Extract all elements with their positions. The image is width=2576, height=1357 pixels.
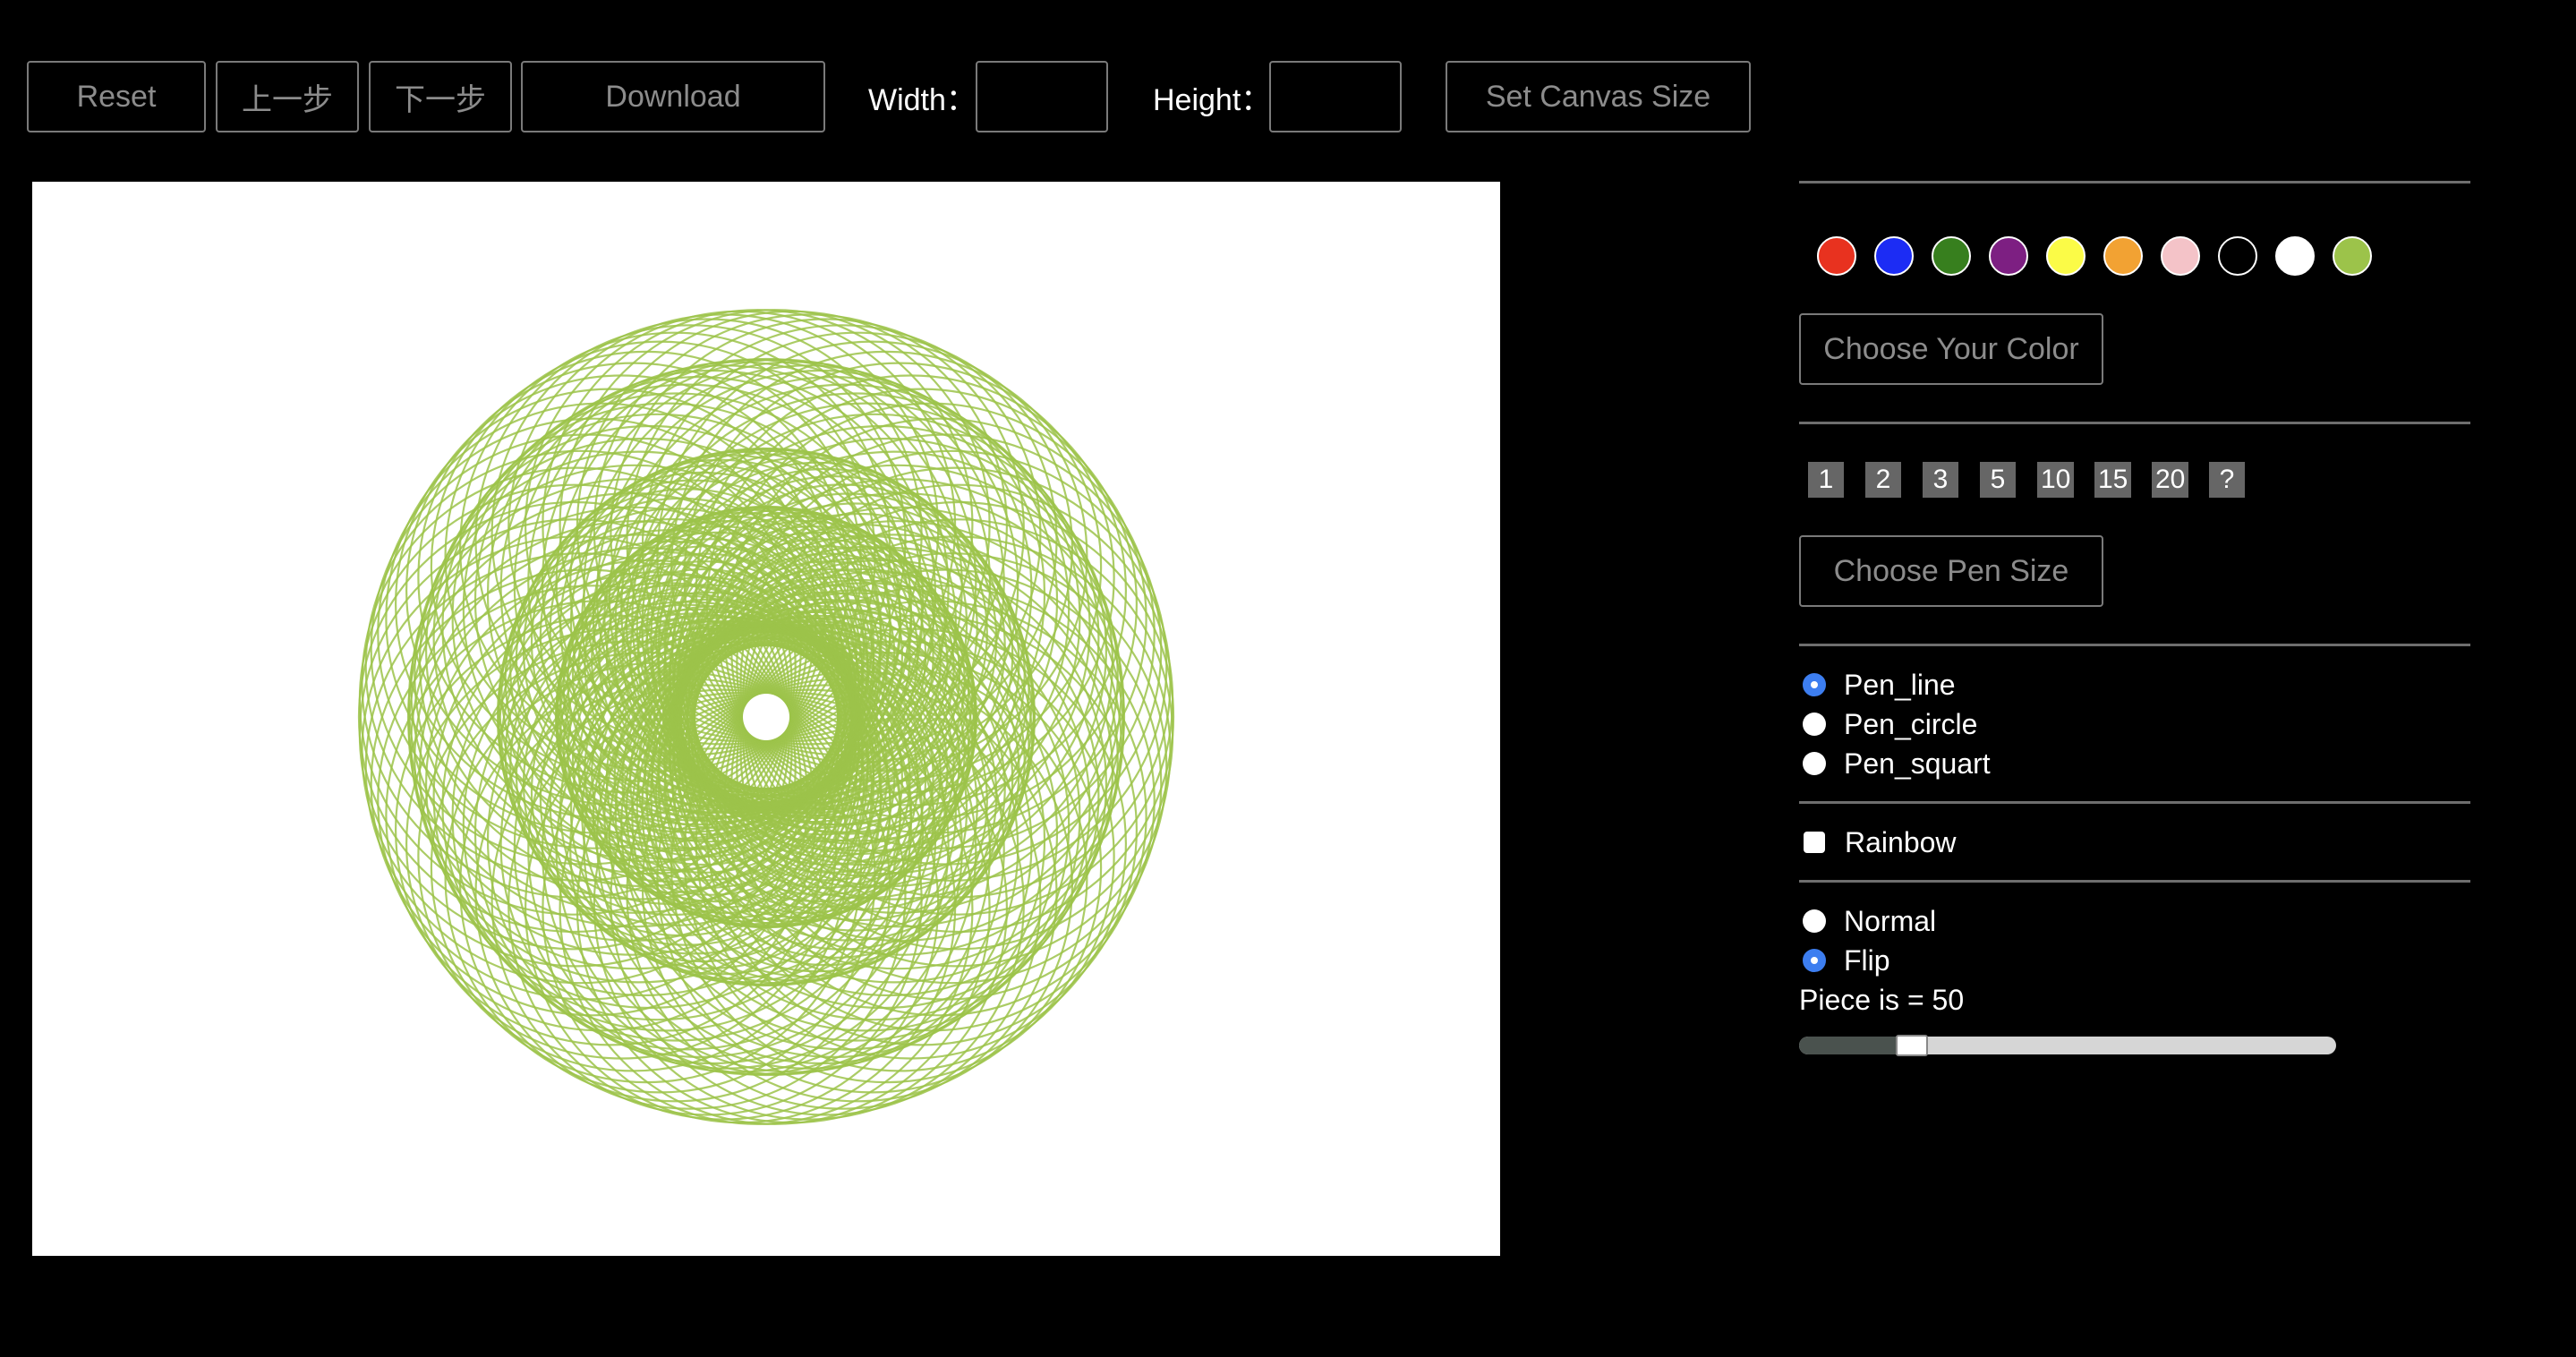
divider [1799,422,2470,424]
color-swatch-yellow-green[interactable] [2333,236,2372,276]
pen-size-2[interactable]: 2 [1865,462,1901,498]
pen-line-label: Pen_line [1844,668,1956,701]
width-label: Width： [868,82,977,117]
pen-circle-option[interactable]: Pen_circle [1799,704,1977,744]
toolbar: Reset 上一步 下一步 Download Width： Height： Se… [0,0,2576,152]
pen-size-1[interactable]: 1 [1808,462,1844,498]
width-input[interactable] [976,61,1108,132]
pen-squart-label: Pen_squart [1844,747,1991,780]
height-label: Height： [1153,82,1272,117]
piece-count-text: Piece is = 50 [1799,983,1965,1016]
piece-slider-thumb[interactable] [1896,1035,1928,1056]
download-button[interactable]: Download [521,61,825,132]
pen-size-5[interactable]: 5 [1980,462,2016,498]
color-swatch-purple[interactable] [1989,236,2028,276]
pen-circle-label: Pen_circle [1844,707,1978,740]
pen-squart-option[interactable]: Pen_squart [1799,744,1991,783]
flip-option[interactable]: Flip [1799,941,1890,980]
pen-squart-radio[interactable] [1803,752,1826,775]
pen-size-10[interactable]: 10 [2037,462,2075,498]
piece-slider[interactable] [1799,1035,2336,1056]
rainbow-label: Rainbow [1845,825,1957,858]
drawing-canvas[interactable] [32,182,1500,1256]
pen-circle-radio[interactable] [1803,713,1826,736]
color-swatch-blue[interactable] [1874,236,1914,276]
divider [1799,181,2470,183]
color-swatch-white[interactable] [2275,236,2315,276]
pen-size-random[interactable]: ? [2209,462,2245,498]
pen-size-15[interactable]: 15 [2094,462,2132,498]
divider [1799,801,2470,804]
color-swatch-red[interactable] [1817,236,1856,276]
redo-button[interactable]: 下一步 [369,61,512,132]
divider [1799,644,2470,646]
spirograph-drawing [357,309,1175,1125]
pen-line-radio[interactable] [1803,673,1826,696]
rainbow-option[interactable]: Rainbow [1799,823,1957,862]
flip-radio[interactable] [1803,949,1826,972]
color-swatch-orange[interactable] [2103,236,2143,276]
undo-button[interactable]: 上一步 [216,61,359,132]
normal-option[interactable]: Normal [1799,901,1936,941]
reset-button[interactable]: Reset [27,61,206,132]
choose-pen-size-button[interactable]: Choose Pen Size [1799,535,2103,607]
normal-radio[interactable] [1803,909,1826,933]
flip-label: Flip [1844,943,1890,977]
color-swatch-pink[interactable] [2161,236,2200,276]
normal-label: Normal [1844,904,1937,937]
height-input[interactable] [1269,61,1402,132]
pen-line-option[interactable]: Pen_line [1799,665,1956,704]
set-canvas-size-button[interactable]: Set Canvas Size [1446,61,1751,132]
color-swatch-yellow[interactable] [2046,236,2086,276]
choose-color-button[interactable]: Choose Your Color [1799,313,2103,385]
divider [1799,880,2470,883]
color-swatch-green[interactable] [1932,236,1971,276]
color-swatch-black[interactable] [2218,236,2257,276]
piece-slider-fill [1799,1037,1896,1054]
pen-size-3[interactable]: 3 [1923,462,1958,498]
pen-size-20[interactable]: 20 [2152,462,2189,498]
rainbow-checkbox[interactable] [1804,832,1825,853]
